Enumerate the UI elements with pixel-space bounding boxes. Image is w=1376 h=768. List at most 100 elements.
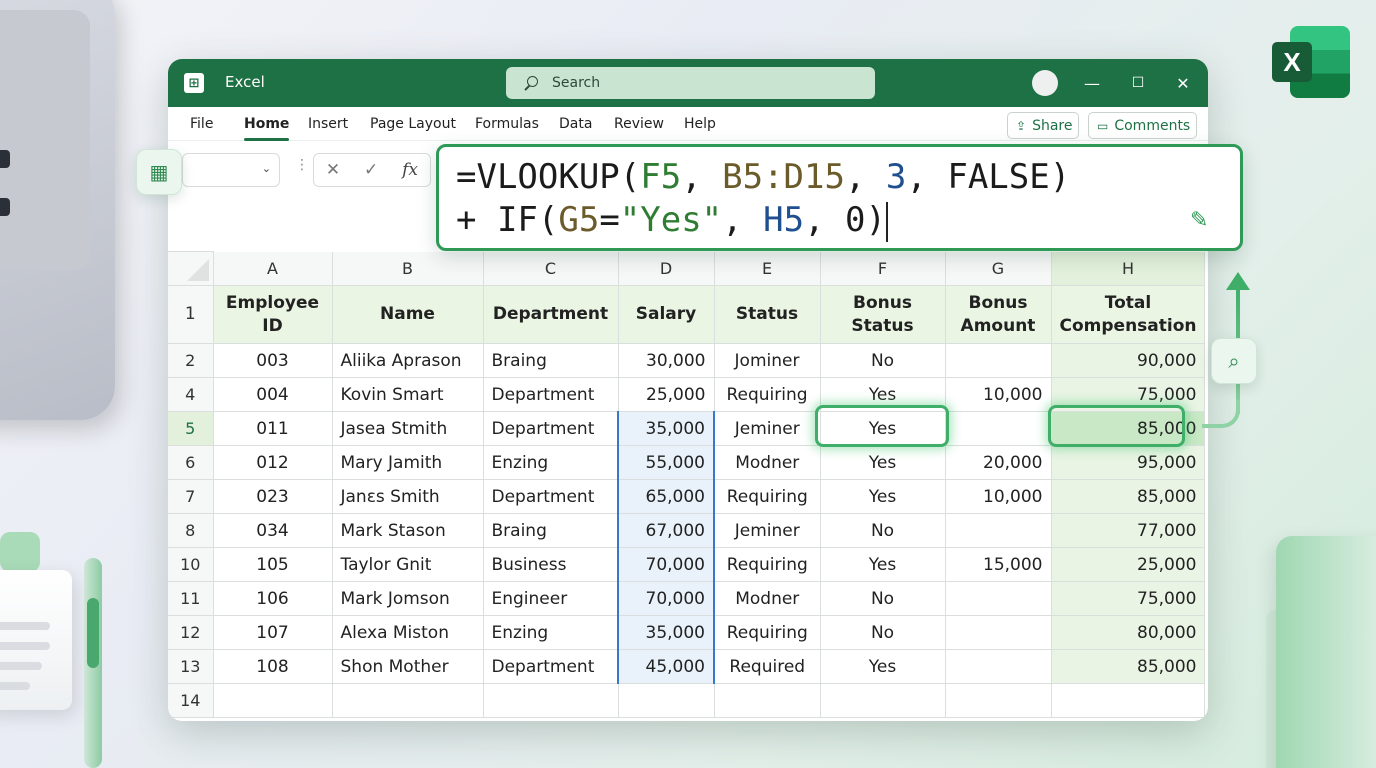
cell-f10[interactable]: Yes — [819, 547, 946, 582]
cell-d10[interactable]: 70,000 — [617, 547, 715, 582]
cell-c7[interactable]: Department — [482, 479, 619, 514]
tab-review[interactable]: Review — [614, 116, 664, 132]
row-header[interactable]: 6 — [168, 445, 214, 480]
column-header-b[interactable]: B — [331, 251, 484, 286]
cell-c14[interactable] — [482, 683, 619, 718]
search-box[interactable]: Search — [506, 67, 875, 99]
cell-e12[interactable]: Requiring — [713, 615, 821, 650]
row-header[interactable]: 13 — [168, 649, 214, 684]
cell-h11[interactable]: 75,000 — [1050, 581, 1206, 616]
lookup-icon[interactable]: ⌕ — [1211, 338, 1257, 384]
cell-e5[interactable]: Jeminer — [713, 411, 821, 446]
column-header-e[interactable]: E — [713, 251, 821, 286]
cell-e6[interactable]: Modner — [713, 445, 821, 480]
cell-a10[interactable]: 105 — [212, 547, 333, 582]
cell-f2[interactable]: No — [819, 343, 946, 378]
header-cell-bonus-amount[interactable]: Bonus Amount — [944, 285, 1052, 344]
row-header[interactable]: 4 — [168, 377, 214, 412]
cell-c4[interactable]: Department — [482, 377, 619, 412]
row-header[interactable]: 5 — [168, 411, 214, 446]
cell-f14[interactable] — [819, 683, 946, 718]
cell-h6[interactable]: 95,000 — [1050, 445, 1206, 480]
select-all-corner[interactable] — [168, 251, 214, 286]
insert-function-icon[interactable]: fx — [402, 160, 418, 180]
cell-h10[interactable]: 25,000 — [1050, 547, 1206, 582]
row-header[interactable]: 2 — [168, 343, 214, 378]
cell-e8[interactable]: Jeminer — [713, 513, 821, 548]
cell-a13[interactable]: 108 — [212, 649, 333, 684]
cell-c10[interactable]: Business — [482, 547, 619, 582]
cell-g11[interactable] — [944, 581, 1052, 616]
cell-a4[interactable]: 004 — [212, 377, 333, 412]
cell-a12[interactable]: 107 — [212, 615, 333, 650]
cell-h12[interactable]: 80,000 — [1050, 615, 1206, 650]
row-header[interactable]: 10 — [168, 547, 214, 582]
column-header-g[interactable]: G — [944, 251, 1052, 286]
column-header-a[interactable]: A — [212, 251, 333, 286]
cell-g10[interactable]: 15,000 — [944, 547, 1052, 582]
cell-b5[interactable]: Jasea Stmith — [331, 411, 484, 446]
cell-d8[interactable]: 67,000 — [617, 513, 715, 548]
row-header[interactable]: 7 — [168, 479, 214, 514]
tab-data[interactable]: Data — [559, 116, 592, 132]
header-cell-bonus-status[interactable]: Bonus Status — [819, 285, 946, 344]
cell-d4[interactable]: 25,000 — [617, 377, 715, 412]
cell-c6[interactable]: Enzing — [482, 445, 619, 480]
header-cell-total-compensation[interactable]: Total Compensation — [1050, 285, 1206, 344]
cell-c5[interactable]: Department — [482, 411, 619, 446]
cell-g13[interactable] — [944, 649, 1052, 684]
cell-g2[interactable] — [944, 343, 1052, 378]
cell-e14[interactable] — [713, 683, 821, 718]
cell-g7[interactable]: 10,000 — [944, 479, 1052, 514]
cell-b13[interactable]: Shon Mother — [331, 649, 484, 684]
cell-f8[interactable]: No — [819, 513, 946, 548]
cell-a14[interactable] — [212, 683, 333, 718]
cell-b12[interactable]: Alexa Miston — [331, 615, 484, 650]
comments-button[interactable]: ▭ Comments — [1088, 112, 1197, 139]
selected-cell-h5[interactable] — [1048, 405, 1185, 447]
cell-b8[interactable]: Mark Stason — [331, 513, 484, 548]
cell-d7[interactable]: 65,000 — [617, 479, 715, 514]
close-button[interactable]: ✕ — [1171, 71, 1195, 95]
cell-b2[interactable]: Aliika Aprason — [331, 343, 484, 378]
cell-g12[interactable] — [944, 615, 1052, 650]
cell-e4[interactable]: Requiring — [713, 377, 821, 412]
cell-f12[interactable]: No — [819, 615, 946, 650]
name-box[interactable]: ⌄ — [182, 153, 280, 187]
cell-e10[interactable]: Requiring — [713, 547, 821, 582]
cell-d14[interactable] — [617, 683, 715, 718]
cell-b14[interactable] — [331, 683, 484, 718]
maximize-button[interactable]: ☐ — [1126, 71, 1150, 95]
cell-e2[interactable]: Jominer — [713, 343, 821, 378]
tab-insert[interactable]: Insert — [308, 116, 348, 132]
cell-g5[interactable] — [944, 411, 1052, 446]
cell-c13[interactable]: Department — [482, 649, 619, 684]
enter-icon[interactable]: ✓ — [364, 160, 378, 180]
cell-g8[interactable] — [944, 513, 1052, 548]
calculator-icon[interactable]: ▦ — [136, 149, 182, 195]
cell-f13[interactable]: Yes — [819, 649, 946, 684]
column-header-f[interactable]: F — [819, 251, 946, 286]
tab-home[interactable]: Home — [244, 116, 290, 141]
cell-c8[interactable]: Braing — [482, 513, 619, 548]
row-header[interactable]: 12 — [168, 615, 214, 650]
cell-f6[interactable]: Yes — [819, 445, 946, 480]
row-header[interactable]: 14 — [168, 683, 214, 718]
cell-d6[interactable]: 55,000 — [617, 445, 715, 480]
cell-e7[interactable]: Requiring — [713, 479, 821, 514]
formula-popout[interactable]: =VLOOKUP(F5, B5:D15, 3, FALSE) + IF(G5="… — [436, 144, 1243, 251]
cell-b11[interactable]: Mark Jomson — [331, 581, 484, 616]
column-header-c[interactable]: C — [482, 251, 619, 286]
cell-a2[interactable]: 003 — [212, 343, 333, 378]
cell-c2[interactable]: Braing — [482, 343, 619, 378]
header-cell-salary[interactable]: Salary — [617, 285, 715, 344]
formula-assist-icon[interactable]: ✎ — [1190, 199, 1224, 233]
header-cell-status[interactable]: Status — [713, 285, 821, 344]
cell-h13[interactable]: 85,000 — [1050, 649, 1206, 684]
minimize-button[interactable]: — — [1080, 71, 1104, 95]
cancel-icon[interactable]: ✕ — [326, 160, 340, 180]
cell-f7[interactable]: Yes — [819, 479, 946, 514]
cell-d13[interactable]: 45,000 — [617, 649, 715, 684]
cell-h2[interactable]: 90,000 — [1050, 343, 1206, 378]
cell-a7[interactable]: 023 — [212, 479, 333, 514]
